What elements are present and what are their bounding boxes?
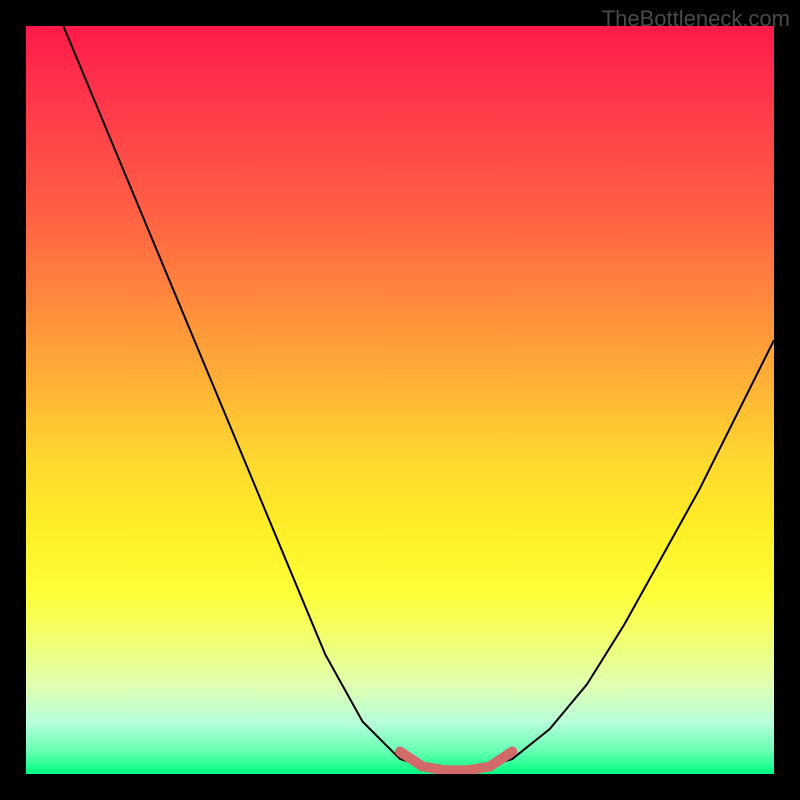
chart-curves <box>26 26 774 774</box>
main-curve-line <box>63 26 774 770</box>
watermark-text: TheBottleneck.com <box>602 6 790 32</box>
valley-highlight-line <box>400 752 512 771</box>
